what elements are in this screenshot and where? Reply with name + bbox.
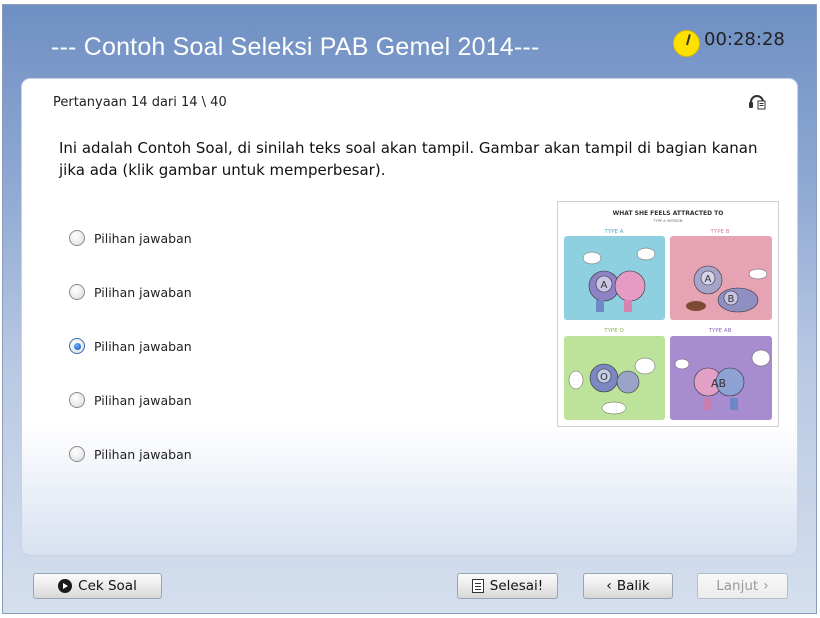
question-image[interactable]: WHAT SHE FEELS ATTRACTED TO TYPE A VERSI… <box>557 201 779 427</box>
lanjut-button[interactable]: Lanjut › <box>697 573 788 599</box>
selesai-button[interactable]: Selesai! <box>457 573 558 599</box>
answer-option[interactable]: Pilihan jawaban <box>69 373 369 427</box>
answer-option[interactable]: Pilihan jawaban <box>69 211 369 265</box>
answer-option[interactable]: Pilihan jawaban <box>69 427 369 481</box>
exam-window: --- Contoh Soal Seleksi PAB Gemel 2014--… <box>2 4 817 614</box>
image-panel-label: TYPE B <box>709 229 729 235</box>
balik-button[interactable]: ‹ Balik <box>583 573 673 599</box>
balik-label: Balik <box>616 578 650 594</box>
answer-option-label: Pilihan jawaban <box>94 392 192 408</box>
radio-button[interactable] <box>69 230 85 246</box>
chevron-right-icon: › <box>763 578 769 594</box>
svg-text:B: B <box>728 294 735 305</box>
radio-button[interactable] <box>69 392 85 408</box>
image-panel-label: TYPE O <box>603 328 624 334</box>
svg-text:A: A <box>601 280 608 291</box>
answer-option-label: Pilihan jawaban <box>94 284 192 300</box>
svg-text:A: A <box>705 274 712 285</box>
answer-options: Pilihan jawaban Pilihan jawaban Pilihan … <box>69 211 369 481</box>
countdown-timer: 00:28:28 <box>704 29 785 50</box>
exam-title: --- Contoh Soal Seleksi PAB Gemel 2014--… <box>51 33 540 61</box>
radio-button[interactable] <box>69 446 85 462</box>
cek-soal-button[interactable]: Cek Soal <box>33 573 162 599</box>
answer-option[interactable]: Pilihan jawaban <box>69 319 369 373</box>
question-panel: Pertanyaan 14 dari 14 \ 40 Ini adalah Co… <box>21 78 798 556</box>
answer-option[interactable]: Pilihan jawaban <box>69 265 369 319</box>
document-icon <box>471 579 484 593</box>
clock-icon <box>673 30 700 57</box>
answer-option-label: Pilihan jawaban <box>94 230 192 246</box>
lanjut-label: Lanjut <box>716 578 759 594</box>
svg-text:O: O <box>600 372 608 383</box>
play-icon <box>58 579 73 593</box>
svg-text:AB: AB <box>711 377 726 390</box>
image-title: WHAT SHE FEELS ATTRACTED TO <box>613 210 724 217</box>
image-panel-label: TYPE A <box>603 229 623 235</box>
image-subtitle: TYPE A VERSION <box>653 219 683 223</box>
chevron-left-icon: ‹ <box>606 578 612 594</box>
image-panel-label: TYPE AB <box>708 328 732 334</box>
cek-soal-label: Cek Soal <box>78 578 137 594</box>
radio-button-selected[interactable] <box>69 338 85 354</box>
radio-button[interactable] <box>69 284 85 300</box>
answer-option-label: Pilihan jawaban <box>94 338 192 354</box>
answer-option-label: Pilihan jawaban <box>94 446 192 462</box>
help-icon[interactable] <box>747 92 767 110</box>
question-counter: Pertanyaan 14 dari 14 \ 40 <box>53 95 227 110</box>
question-text: Ini adalah Contoh Soal, di sinilah teks … <box>59 139 758 179</box>
selesai-label: Selesai! <box>489 578 544 594</box>
